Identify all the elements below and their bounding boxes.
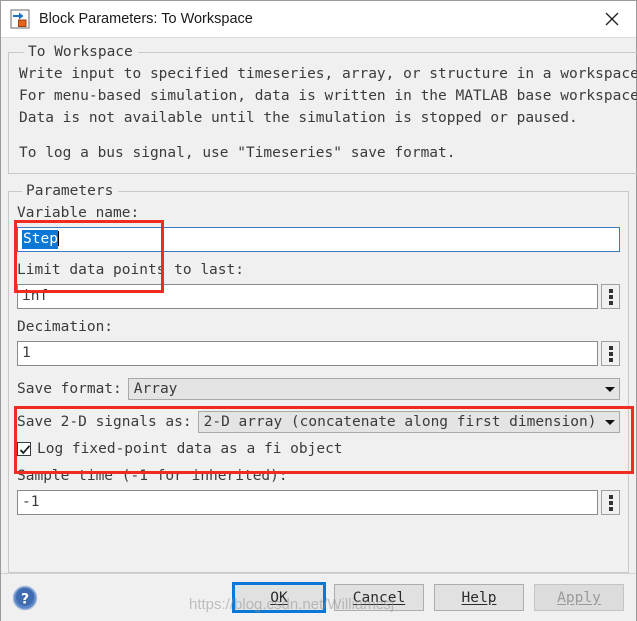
svg-text:?: ? [21,591,29,607]
save-format-label: Save format: [17,381,122,397]
dot-glyph [608,351,613,356]
dot-glyph [608,357,613,362]
log-fixed-point-row[interactable]: Log fixed-point data as a fi object [17,441,620,457]
limit-data-points-row: inf [17,284,620,309]
title-bar: Block Parameters: To Workspace [1,1,636,38]
description-line-2: For menu-based simulation, data is writt… [19,88,637,104]
save-format-value: Array [133,381,178,397]
limit-data-points-label: Limit data points to last: [17,262,244,278]
description-line-1: Write input to specified timeseries, arr… [19,66,637,82]
dot-glyph [608,345,613,350]
dot-glyph [608,494,613,499]
limit-data-points-options-button[interactable] [601,284,620,309]
description-line-4: To log a bus signal, use "Timeseries" sa… [19,145,456,161]
chevron-down-icon [605,386,615,392]
dialog-body: To Workspace Write input to specified ti… [1,38,637,573]
text-caret [57,231,59,246]
close-icon[interactable] [590,2,634,36]
sample-time-input[interactable]: -1 [17,490,598,515]
sample-time-label: Sample time (-1 for inherited): [17,468,288,484]
log-fixed-point-checkbox[interactable] [17,442,31,456]
dialog-footer: ? OK Cancel Help Apply https://blog.csdn… [1,573,636,621]
block-parameters-dialog: Block Parameters: To Workspace To Worksp… [0,0,637,621]
variable-name-value: Step [22,230,58,249]
help-button-label: Help [461,589,497,606]
dot-glyph [608,288,613,293]
variable-name-label: Variable name: [17,205,140,221]
ok-button[interactable]: OK [232,582,326,613]
parameters-group: Parameters Variable name: Step Limit dat… [8,183,634,573]
question-mark-icon[interactable]: ? [12,585,38,611]
description-line-3: Data is not available until the simulati… [19,110,578,126]
dialog-button-bar: OK Cancel Help Apply [38,582,626,613]
log-fixed-point-label: Log fixed-point data as a fi object [37,441,343,457]
dot-glyph [608,294,613,299]
apply-button: Apply [534,584,624,611]
dialog-title: Block Parameters: To Workspace [39,11,253,27]
chevron-down-icon [605,419,615,425]
cancel-button-label: Cancel [352,589,406,606]
parameters-group-legend: Parameters [26,183,114,199]
ok-button-label: OK [270,589,288,606]
dot-glyph [608,506,613,511]
save-format-row: Save format: Array [17,377,620,401]
decimation-options-button[interactable] [601,341,620,366]
variable-name-input[interactable]: Step [17,227,620,252]
dot-glyph [608,500,613,505]
decimation-row: 1 [17,341,620,366]
checkmark-icon [19,445,31,455]
simulink-block-icon [10,9,30,29]
cancel-button[interactable]: Cancel [334,584,424,611]
dot-glyph [608,300,613,305]
save-2d-signals-value: 2-D array (concatenate along first dimen… [203,414,597,430]
save-2d-signals-label: Save 2-D signals as: [17,414,192,430]
help-button[interactable]: Help [434,584,524,611]
sample-time-options-button[interactable] [601,490,620,515]
decimation-input[interactable]: 1 [17,341,598,366]
sample-time-row: -1 [17,490,620,515]
decimation-label: Decimation: [17,319,114,335]
limit-data-points-input[interactable]: inf [17,284,598,309]
save-2d-signals-dropdown[interactable]: 2-D array (concatenate along first dimen… [197,411,620,433]
save-format-dropdown[interactable]: Array [127,378,620,400]
description-group-legend: To Workspace [28,44,133,60]
variable-name-row: Step [17,227,620,252]
save-2d-signals-row: Save 2-D signals as: 2-D array (concaten… [17,410,620,434]
description-group: To Workspace Write input to specified ti… [8,44,637,174]
apply-button-label: Apply [557,589,601,606]
